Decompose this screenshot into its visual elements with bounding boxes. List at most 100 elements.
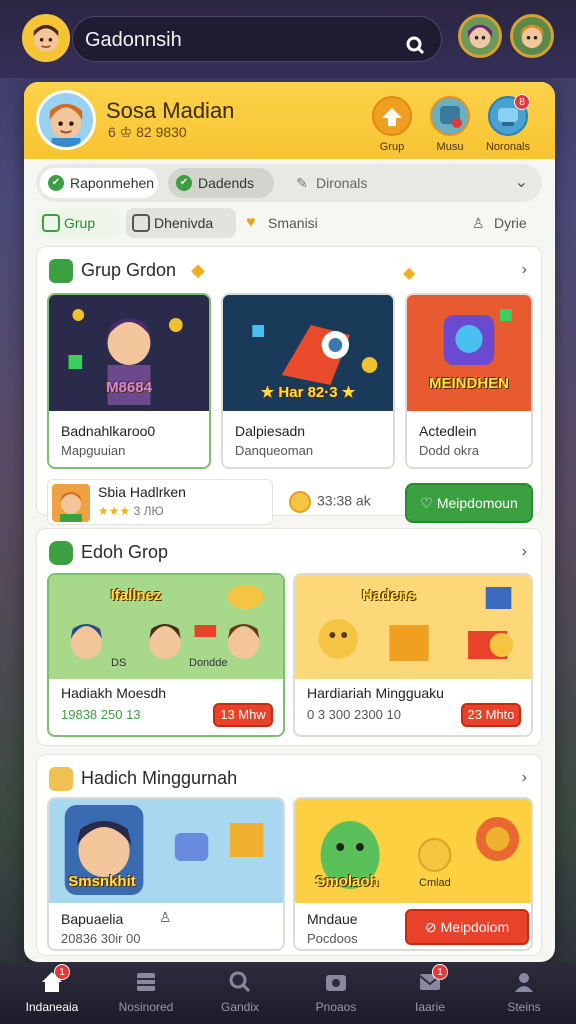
game-card-2[interactable]: ★ Har 82·3 ★ Dalpiesadn Danqueoman bbox=[221, 293, 395, 469]
filter-bar: ✔ Raponmehen ✔ Dadends ✎ Dironals ⌄ bbox=[36, 164, 542, 202]
check-icon: ✔ bbox=[48, 175, 64, 191]
search-input[interactable]: Gadonnsih bbox=[72, 16, 442, 62]
game-card-1-sub: Mapguuian bbox=[61, 443, 126, 458]
nav-profile[interactable]: Steins bbox=[484, 968, 564, 1014]
profile-stats: 6 ♔ 82 9830 bbox=[108, 124, 187, 140]
featured-card-2[interactable]: Smolaoh Cmlad Mndaue Pocdoos ⊘ Meipdoiom bbox=[293, 797, 533, 951]
filter-chip-2[interactable]: ✔ Dadends bbox=[168, 168, 274, 198]
event-card-1-title: Hadiakh Moesdh bbox=[61, 685, 167, 701]
game-card-3-sub: Dodd okra bbox=[419, 443, 479, 458]
nav-inbox-label: Iaarie bbox=[414, 1000, 446, 1014]
heart-icon: ♥ bbox=[246, 214, 256, 231]
featured-card-2-sub: Pocdoos bbox=[307, 931, 358, 946]
filter-chip-1-label: Raponmehen bbox=[70, 175, 155, 191]
group-icon bbox=[372, 96, 412, 136]
featured-card-2-title: Mndaue bbox=[307, 911, 358, 927]
event-card-1-sub: 19838 250 13 bbox=[61, 707, 141, 722]
nav-inbox-badge: 1 bbox=[432, 964, 448, 980]
home-icon: 1 bbox=[38, 964, 70, 996]
section-hadich: Hadich Minggurnah › Smsnkhit Bapuaelia ♙… bbox=[36, 754, 542, 956]
notifications-label: Noronals bbox=[485, 141, 531, 153]
chevron-down-icon[interactable]: ⌄ bbox=[515, 172, 528, 192]
game-card-3[interactable]: MEINDHEN Actedlein Dodd okra bbox=[405, 293, 533, 469]
event-card-2-price-button[interactable]: 23 Mhto bbox=[461, 703, 521, 727]
game-card-3-title: Actedlein bbox=[419, 423, 477, 439]
game-card-2-title: Dalpiesadn bbox=[235, 423, 306, 439]
featured-card-1-title: Bapuaelia bbox=[61, 911, 124, 927]
event-card-2[interactable]: Hadens Hardiariah Mingguaku 0 3 300 2300… bbox=[293, 573, 533, 737]
section-group-garden: Grup Grdon ◆ ◆ › M8684 Badnahlkaroo0 Map… bbox=[36, 246, 542, 525]
music-label: Musu bbox=[436, 141, 464, 153]
featured-card-2-coin-label: Cmlad bbox=[419, 877, 451, 889]
nav-inbox[interactable]: 1 Iaarie bbox=[390, 964, 470, 1014]
featured-card-1[interactable]: Smsnkhit Bapuaelia ♙ 20836 30ir 00 bbox=[47, 797, 285, 951]
section-edoh-group: Edoh Grop › Ifallnez DS Dondde Hadiakh M… bbox=[36, 528, 542, 746]
tab-group[interactable]: Grup bbox=[36, 208, 120, 238]
game-card-1[interactable]: M8684 Badnahlkaroo0 Mapguuian bbox=[47, 293, 211, 469]
square-icon bbox=[132, 214, 150, 232]
nav-search[interactable]: Gandix bbox=[200, 968, 280, 1014]
user-avatar[interactable] bbox=[22, 14, 70, 62]
game-card-2-sub: Danqueoman bbox=[235, 443, 314, 458]
nav-library[interactable]: Nosinored bbox=[106, 968, 186, 1014]
filter-chip-3[interactable]: ✎ Dironals bbox=[286, 168, 396, 198]
player-rating: ★★★ 3 ЛЮ bbox=[98, 504, 164, 518]
tab-smanisi[interactable]: ♥ Smanisi bbox=[240, 208, 340, 238]
group-label: Grup bbox=[379, 141, 405, 153]
pencil-icon: ✎ bbox=[296, 175, 308, 191]
section-1-title: Grup Grdon ◆ bbox=[49, 259, 205, 283]
search-text: Gadonnsih bbox=[85, 29, 182, 51]
search-icon bbox=[226, 968, 254, 996]
tab-dyrie[interactable]: ♙ Dyrie bbox=[466, 208, 542, 238]
coin-counter: 33:38 ak bbox=[289, 491, 371, 513]
heart-outline-icon: ♡ bbox=[420, 495, 433, 511]
notifications-icon: 8 bbox=[488, 94, 530, 136]
search-icon[interactable] bbox=[403, 28, 427, 74]
game-card-3-banner: MEINDHEN bbox=[428, 375, 509, 392]
tab-dyrie-label: Dyrie bbox=[494, 215, 527, 231]
inbox-icon: 1 bbox=[416, 964, 448, 996]
tab-dhenivda[interactable]: Dhenivda bbox=[126, 208, 236, 238]
player-name: Sbia Hadlrken bbox=[98, 484, 186, 500]
profile-avatar[interactable] bbox=[36, 90, 96, 150]
event-card-1[interactable]: Ifallnez DS Dondde Hadiakh Moesdh 19838 … bbox=[47, 573, 285, 737]
event-card-2-sub: 0 3 300 2300 10 bbox=[307, 707, 401, 722]
nav-camera-label: Pnoaos bbox=[315, 1000, 357, 1014]
group-button[interactable]: Grup bbox=[364, 96, 420, 153]
gem-icon: ◆ bbox=[191, 259, 205, 280]
nav-library-label: Nosinored bbox=[118, 1000, 174, 1014]
nav-search-label: Gandix bbox=[220, 1000, 260, 1014]
event-card-1-price-button[interactable]: 13 Mhw bbox=[213, 703, 273, 727]
music-button[interactable]: Musu bbox=[422, 96, 478, 153]
bottom-nav: 1 Indaneaia Nosinored Gandix Pnoaos 1 Ia… bbox=[0, 962, 576, 1024]
notifications-button[interactable]: 8 Noronals bbox=[480, 94, 536, 153]
friend-avatar-1[interactable] bbox=[458, 14, 502, 58]
friend-avatar-2[interactable] bbox=[510, 14, 554, 58]
filter-chip-1[interactable]: ✔ Raponmehen bbox=[40, 168, 158, 198]
player-avatar bbox=[52, 484, 90, 522]
chevron-right-icon[interactable]: › bbox=[522, 543, 527, 561]
event-card-1-tag: DS bbox=[111, 657, 127, 669]
nav-home-badge: 1 bbox=[54, 964, 70, 980]
nav-home-label: Indaneaia bbox=[25, 1000, 79, 1014]
nav-camera[interactable]: Pnoaos bbox=[296, 968, 376, 1014]
featured-card-1-banner: Smsnkhit bbox=[68, 873, 136, 890]
section-3-action-button[interactable]: ⊘ Meipdoiom bbox=[405, 909, 529, 945]
profile-name: Sosa Madian bbox=[106, 98, 235, 123]
star-icon: ★★★ bbox=[98, 504, 131, 518]
nav-home[interactable]: 1 Indaneaia bbox=[12, 964, 92, 1014]
nav-profile-label: Steins bbox=[507, 1000, 541, 1014]
group-section-icon bbox=[49, 259, 73, 283]
section-2-icon bbox=[49, 541, 73, 565]
section-1-action-button[interactable]: ♡ Meipdomoun bbox=[405, 483, 533, 523]
group-tab-icon bbox=[42, 214, 60, 232]
chevron-right-icon[interactable]: › bbox=[522, 769, 527, 787]
gem-icon: ◆ bbox=[403, 265, 416, 282]
game-art-3 bbox=[407, 295, 531, 411]
player-row[interactable]: Sbia Hadlrken ★★★ 3 ЛЮ bbox=[47, 479, 273, 525]
top-bar: Gadonnsih bbox=[0, 0, 576, 78]
camera-icon bbox=[322, 968, 350, 996]
section-2-title: Edoh Grop bbox=[49, 541, 168, 565]
chevron-right-icon[interactable]: › bbox=[522, 261, 527, 279]
user-icon: ♙ bbox=[159, 909, 172, 925]
